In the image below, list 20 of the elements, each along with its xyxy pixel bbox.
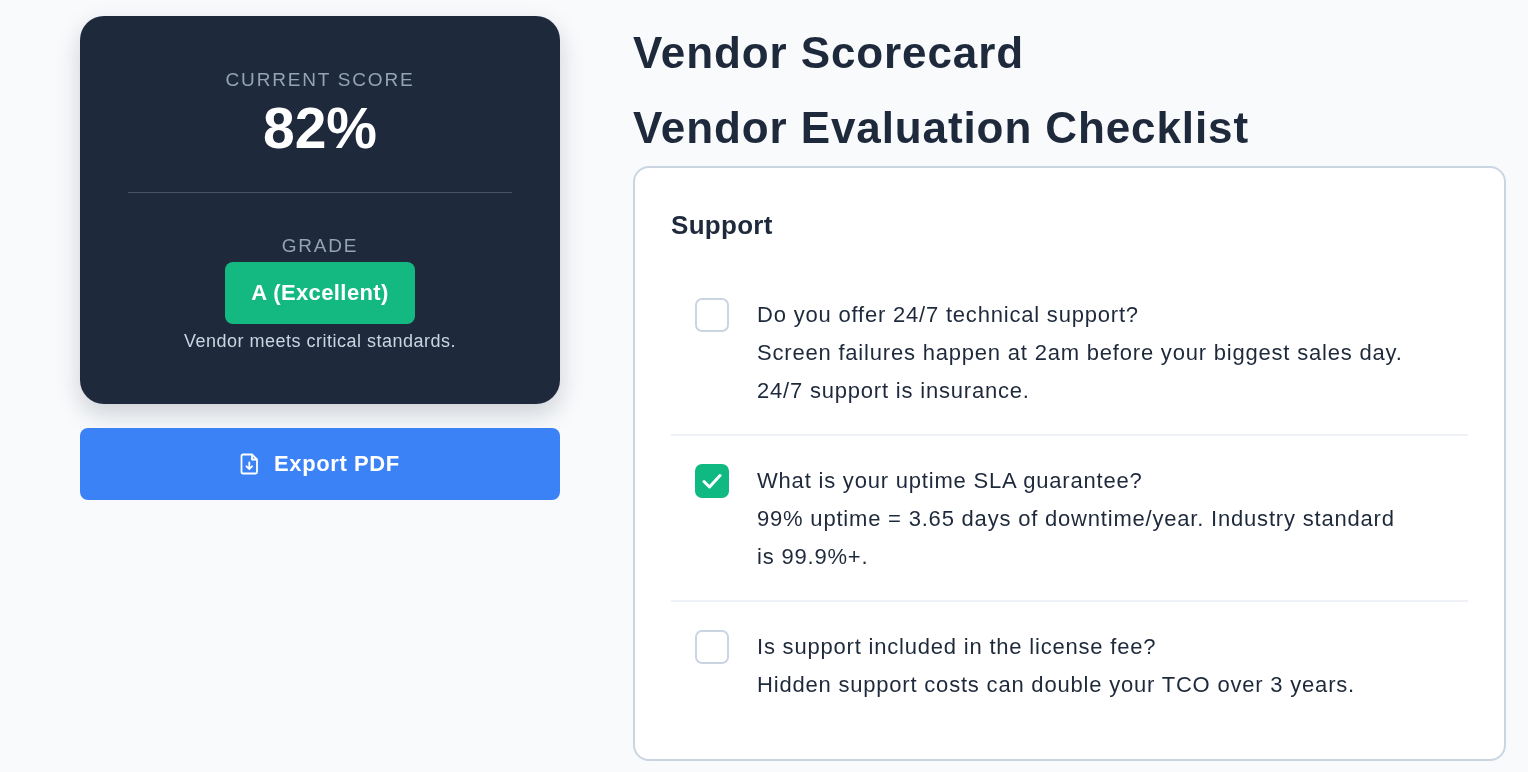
grade-label: GRADE	[281, 234, 359, 258]
score-label: CURRENT SCORE	[225, 68, 415, 92]
question-text: Is support included in the license fee?	[757, 633, 1158, 661]
score-value: 82%	[262, 97, 378, 159]
checkbox[interactable]	[695, 464, 729, 498]
grade-note: Vendor meets critical standards.	[183, 330, 457, 353]
file-download-icon	[240, 453, 261, 475]
section-title: Support	[671, 209, 774, 241]
hint-text: Hidden support costs can double your TCO over 3 years.	[757, 671, 1355, 699]
export-pdf-button[interactable]: Export PDF	[80, 428, 560, 500]
hint-text: Screen failures happen at 2am before your biggest sales day. 24/7 support is insurance.	[757, 339, 1404, 405]
check-icon	[702, 473, 722, 489]
page-title: Vendor Scorecard	[633, 27, 1025, 79]
checkbox[interactable]	[695, 298, 729, 332]
page-subtitle: Vendor Evaluation Checklist	[633, 102, 1251, 154]
grade-badge: A (Excellent)	[225, 262, 415, 324]
question-text: Do you offer 24/7 technical support?	[757, 301, 1140, 329]
question-text: What is your uptime SLA guarantee?	[757, 467, 1144, 495]
checkbox[interactable]	[695, 630, 729, 664]
hint-text: 99% uptime = 3.65 days of downtime/year. Industry standard is 99.9%+.	[757, 505, 1396, 571]
